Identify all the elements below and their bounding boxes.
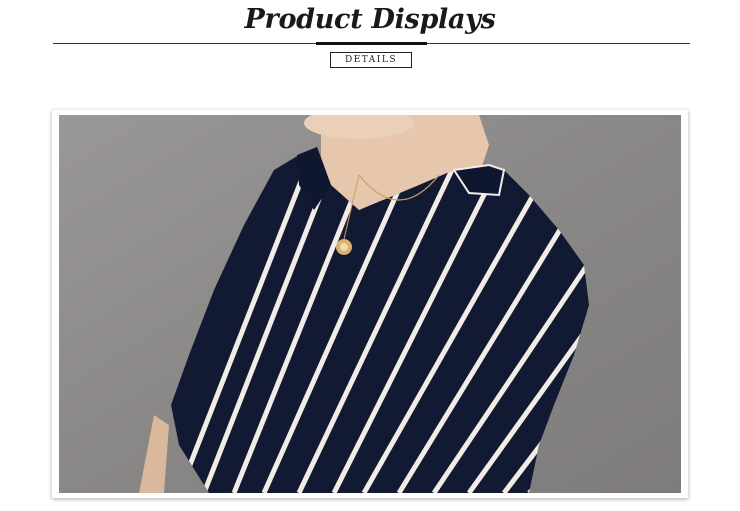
striped-shirt-image [59,115,681,493]
product-photo [59,115,681,493]
title-divider-accent [316,42,427,45]
page-title: Product Displays [244,4,496,35]
product-photo-frame [52,110,688,498]
details-label: DETAILS [330,52,412,68]
